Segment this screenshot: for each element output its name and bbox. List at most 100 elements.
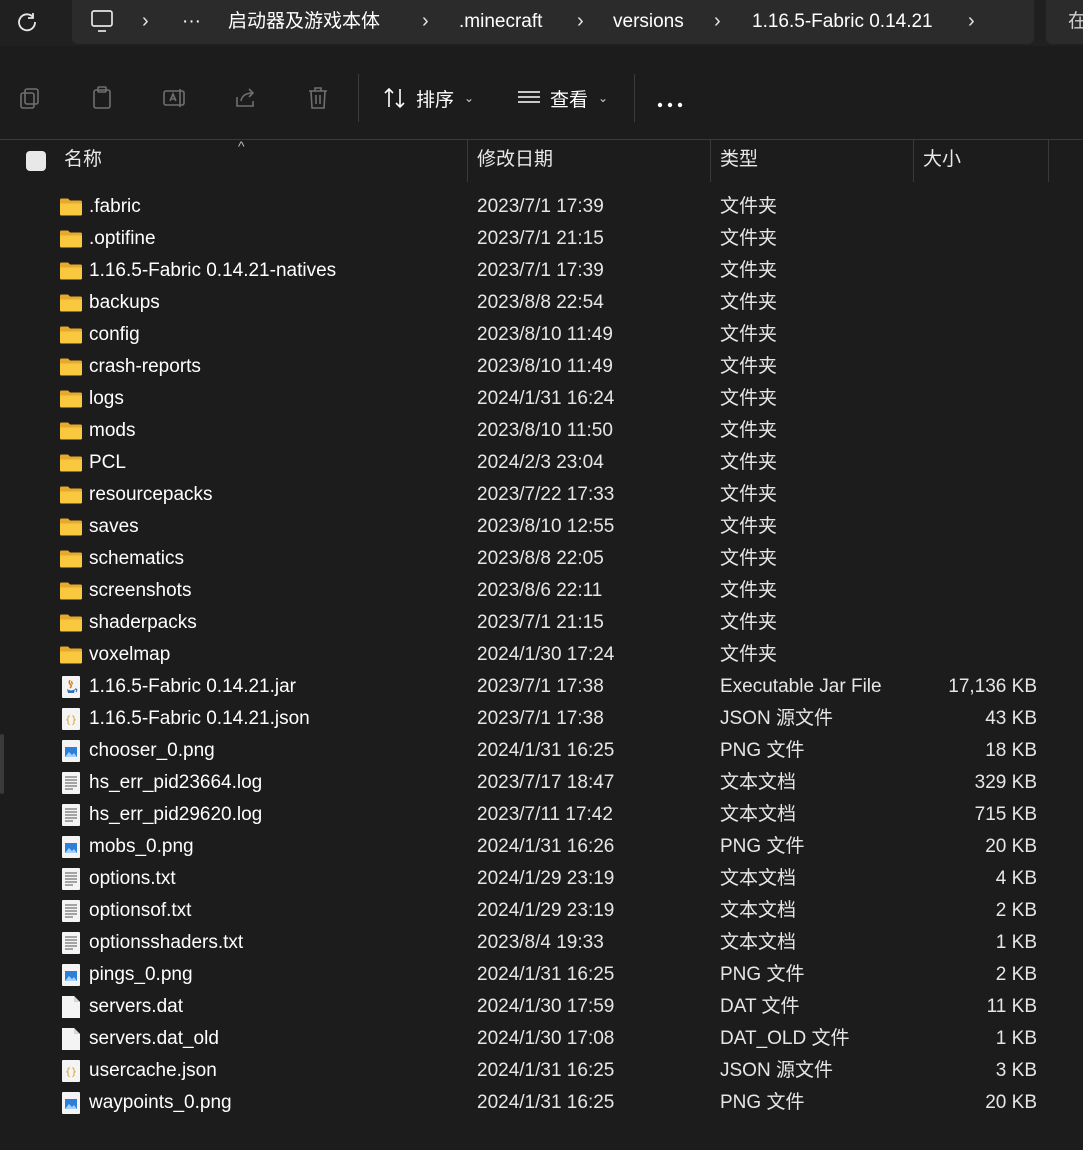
file-row[interactable]: {} usercache.json 2024/1/31 16:25 JSON 源文件 3… bbox=[0, 1055, 1083, 1087]
file-row[interactable]: hs_err_pid23664.log 2023/7/17 18:47 文本文档 32… bbox=[0, 767, 1083, 799]
file-row[interactable]: .optifine 2023/7/1 21:15 文件夹 bbox=[0, 223, 1083, 255]
file-modified-date: 2023/7/1 21:15 bbox=[477, 228, 604, 249]
paste-button[interactable] bbox=[84, 80, 120, 116]
breadcrumb-overflow-button[interactable]: ··· bbox=[182, 0, 201, 44]
file-row[interactable]: options.txt 2024/1/29 23:19 文本文档 4 KB bbox=[0, 863, 1083, 895]
column-header-name[interactable]: 名称 bbox=[55, 140, 467, 182]
file-row[interactable]: pings_0.png 2024/1/31 16:25 PNG 文件 2 KB bbox=[0, 959, 1083, 991]
share-icon bbox=[236, 88, 255, 107]
file-size: 329 KB bbox=[974, 772, 1037, 793]
file-size: 1 KB bbox=[995, 932, 1037, 953]
file-size: 4 KB bbox=[995, 868, 1037, 889]
file-modified-date: 2023/8/10 11:49 bbox=[477, 324, 613, 345]
search-box[interactable]: 在 bbox=[1046, 0, 1083, 44]
file-row[interactable]: crash-reports 2023/8/10 11:49 文件夹 bbox=[0, 351, 1083, 383]
delete-button[interactable] bbox=[300, 80, 336, 116]
breadcrumb-item-launcher[interactable]: 启动器及游戏本体 bbox=[228, 0, 380, 44]
file-type: PNG 文件 bbox=[720, 1092, 805, 1113]
folder-icon bbox=[59, 259, 83, 283]
file-row[interactable]: voxelmap 2024/1/30 17:24 文件夹 bbox=[0, 639, 1083, 671]
column-divider[interactable] bbox=[1048, 140, 1049, 182]
file-modified-date: 2024/1/31 16:26 bbox=[477, 836, 615, 857]
file-row[interactable]: 1.16.5-Fabric 0.14.21.jar 2023/7/1 17:38 E… bbox=[0, 671, 1083, 703]
file-row[interactable]: shaderpacks 2023/7/1 21:15 文件夹 bbox=[0, 607, 1083, 639]
file-row[interactable]: mobs_0.png 2024/1/31 16:26 PNG 文件 20 KB bbox=[0, 831, 1083, 863]
folder-icon bbox=[59, 195, 83, 219]
address-bar: › ··· 启动器及游戏本体 › .minecraft › versions ›… bbox=[0, 0, 1083, 46]
file-row[interactable]: hs_err_pid29620.log 2023/7/11 17:42 文本文档 71… bbox=[0, 799, 1083, 831]
file-type: PNG 文件 bbox=[720, 964, 805, 985]
file-name: usercache.json bbox=[89, 1060, 217, 1081]
file-name: optionsshaders.txt bbox=[89, 932, 244, 953]
chevron-right-icon: › bbox=[142, 10, 149, 32]
view-label: 查看 bbox=[550, 89, 589, 111]
file-list: .fabric 2023/7/1 17:39 文件夹 .optifine 2023/7/… bbox=[0, 191, 1083, 1119]
file-row[interactable]: {} 1.16.5-Fabric 0.14.21.json 2023/7/1 17:… bbox=[0, 703, 1083, 735]
file-name: waypoints_0.png bbox=[89, 1092, 232, 1113]
file-row[interactable]: logs 2024/1/31 16:24 文件夹 bbox=[0, 383, 1083, 415]
file-row[interactable]: PCL 2024/2/3 23:04 文件夹 bbox=[0, 447, 1083, 479]
breadcrumb-item-versions[interactable]: versions bbox=[613, 0, 684, 44]
file-row[interactable]: config 2023/8/10 11:49 文件夹 bbox=[0, 319, 1083, 351]
sort-button[interactable]: 排序 ⌄ bbox=[382, 80, 474, 116]
breadcrumb-item-version[interactable]: 1.16.5-Fabric 0.14.21 bbox=[752, 0, 933, 44]
clipboard-icon bbox=[93, 86, 111, 109]
file-modified-date: 2023/7/1 21:15 bbox=[477, 612, 604, 633]
breadcrumb-item-minecraft[interactable]: .minecraft bbox=[459, 0, 542, 44]
file-name: resourcepacks bbox=[89, 484, 213, 505]
column-header-type[interactable]: 类型 bbox=[711, 140, 913, 182]
file-row[interactable]: chooser_0.png 2024/1/31 16:25 PNG 文件 18 KB bbox=[0, 735, 1083, 767]
sort-label: 排序 bbox=[416, 89, 455, 111]
file-row[interactable]: .fabric 2023/7/1 17:39 文件夹 bbox=[0, 191, 1083, 223]
file-row[interactable]: 1.16.5-Fabric 0.14.21-natives 2023/7/1 17… bbox=[0, 255, 1083, 287]
this-pc-button[interactable] bbox=[90, 0, 114, 44]
file-type: 文本文档 bbox=[720, 932, 797, 953]
share-button[interactable] bbox=[228, 80, 264, 116]
file-modified-date: 2024/1/29 23:19 bbox=[477, 900, 615, 921]
file-type: PNG 文件 bbox=[720, 836, 805, 857]
folder-icon bbox=[59, 387, 83, 411]
view-list-icon bbox=[518, 91, 540, 103]
file-row[interactable]: optionsof.txt 2024/1/29 23:19 文本文档 2 KB bbox=[0, 895, 1083, 927]
file-name: chooser_0.png bbox=[89, 740, 215, 761]
file-name: hs_err_pid23664.log bbox=[89, 772, 263, 793]
file-size: 11 KB bbox=[986, 996, 1037, 1017]
view-button[interactable]: 查看 ⌄ bbox=[516, 80, 608, 116]
file-type: 文本文档 bbox=[720, 900, 797, 921]
folder-icon bbox=[59, 611, 83, 635]
more-options-button[interactable] bbox=[656, 94, 696, 108]
file-row[interactable]: mods 2023/8/10 11:50 文件夹 bbox=[0, 415, 1083, 447]
rename-button[interactable] bbox=[156, 80, 192, 116]
chevron-right-icon[interactable]: › bbox=[968, 0, 975, 44]
svg-text:{}: {} bbox=[65, 715, 77, 726]
refresh-button[interactable] bbox=[8, 4, 46, 40]
column-header-size[interactable]: 大小 bbox=[914, 140, 1048, 182]
breadcrumb: › ··· 启动器及游戏本体 › .minecraft › versions ›… bbox=[72, 0, 1034, 44]
file-row[interactable]: servers.dat 2024/1/30 17:59 DAT 文件 11 KB bbox=[0, 991, 1083, 1023]
file-name: servers.dat bbox=[89, 996, 183, 1017]
file-row[interactable]: schematics 2023/8/8 22:05 文件夹 bbox=[0, 543, 1083, 575]
copy-button[interactable] bbox=[12, 80, 48, 116]
file-row[interactable]: optionsshaders.txt 2023/8/4 19:33 文本文档 1 KB bbox=[0, 927, 1083, 959]
file-type: 文件夹 bbox=[720, 612, 778, 633]
file-modified-date: 2024/1/30 17:08 bbox=[477, 1028, 615, 1049]
file-name: screenshots bbox=[89, 580, 192, 601]
file-row[interactable]: backups 2023/8/8 22:54 文件夹 bbox=[0, 287, 1083, 319]
text-file-icon bbox=[59, 803, 83, 827]
file-type: 文件夹 bbox=[720, 644, 778, 665]
file-row[interactable]: waypoints_0.png 2024/1/31 16:25 PNG 文件 20 K… bbox=[0, 1087, 1083, 1119]
file-type: Executable Jar File bbox=[720, 676, 882, 697]
file-modified-date: 2024/1/31 16:25 bbox=[477, 1060, 615, 1081]
file-modified-date: 2023/8/6 22:11 bbox=[477, 580, 603, 601]
file-row[interactable]: servers.dat_old 2024/1/30 17:08 DAT_OLD 文件… bbox=[0, 1023, 1083, 1055]
file-row[interactable]: resourcepacks 2023/7/22 17:33 文件夹 bbox=[0, 479, 1083, 511]
blank-file-icon bbox=[59, 1027, 83, 1051]
file-size: 18 KB bbox=[985, 740, 1037, 761]
column-header-date[interactable]: 修改日期 bbox=[468, 140, 710, 182]
file-type: JSON 源文件 bbox=[720, 708, 833, 729]
file-row[interactable]: saves 2023/8/10 12:55 文件夹 bbox=[0, 511, 1083, 543]
file-row[interactable]: screenshots 2023/8/6 22:11 文件夹 bbox=[0, 575, 1083, 607]
text-file-icon bbox=[59, 899, 83, 923]
folder-icon bbox=[59, 643, 83, 667]
select-all-checkbox[interactable] bbox=[26, 151, 46, 171]
